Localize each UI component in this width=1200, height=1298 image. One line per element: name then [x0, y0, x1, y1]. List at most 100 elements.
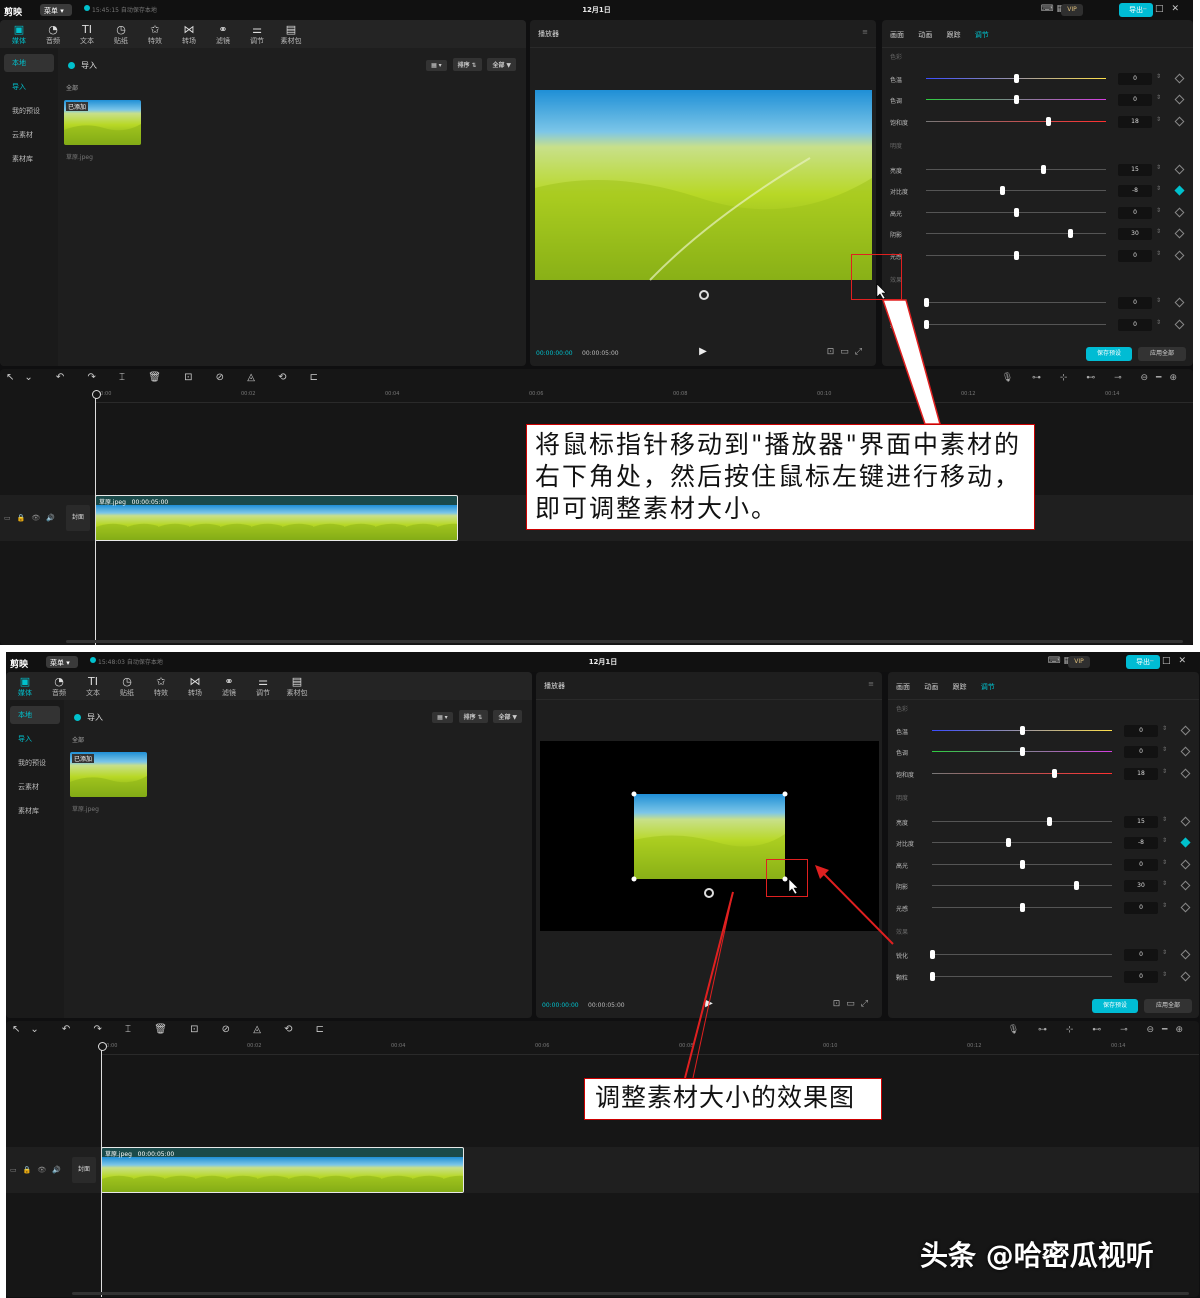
- tab-animation[interactable]: 动画: [924, 683, 938, 691]
- adjust-value-field[interactable]: 30: [1124, 880, 1158, 892]
- slider-knob[interactable]: [1014, 208, 1019, 217]
- stepper-icon[interactable]: ⇕: [1156, 250, 1161, 257]
- slider-knob[interactable]: [1020, 726, 1025, 735]
- keyframe-icon[interactable]: [1180, 971, 1191, 982]
- keyframe-icon[interactable]: [1180, 949, 1191, 960]
- keyframe-icon[interactable]: [1180, 880, 1191, 891]
- adjust-value-field[interactable]: -8: [1118, 185, 1152, 197]
- tool-adjust[interactable]: ⚌ 调节: [248, 675, 278, 698]
- track-controls[interactable]: ▭🔒👁🔊: [4, 514, 61, 522]
- stepper-icon[interactable]: ⇕: [1162, 768, 1167, 775]
- tool-media[interactable]: ▣ 媒体: [10, 675, 40, 698]
- keyframe-icon[interactable]: [1180, 902, 1191, 913]
- timeline-clip[interactable]: 草原.jpeg 00:00:05:00: [95, 495, 458, 541]
- stepper-icon[interactable]: ⇕: [1162, 859, 1167, 866]
- adjust-row[interactable]: 色温 0 ⇕: [890, 73, 1185, 85]
- tool-package[interactable]: ▤ 素材包: [282, 675, 312, 698]
- tool-sticker[interactable]: ◷ 贴纸: [112, 675, 142, 698]
- apply-all-button[interactable]: 应用全部: [1138, 347, 1186, 361]
- play-icon[interactable]: ▶: [530, 346, 876, 357]
- playhead[interactable]: [92, 390, 101, 645]
- tool-filter[interactable]: ⚭ 滤镜: [214, 675, 244, 698]
- player-right-icons[interactable]: ⊡▭⤢: [833, 999, 874, 1009]
- timeline-scrollbar[interactable]: [66, 640, 1183, 643]
- view-toggle[interactable]: ▦ ▾: [426, 60, 447, 71]
- keyframe-icon[interactable]: [1174, 73, 1185, 84]
- keyframe-icon[interactable]: [1174, 207, 1185, 218]
- keyframe-icon[interactable]: [1180, 816, 1191, 827]
- adjust-value-field[interactable]: 0: [1118, 250, 1152, 262]
- sidebar-item-library[interactable]: 素材库: [10, 802, 60, 820]
- sidebar-item-import[interactable]: 导入: [10, 730, 60, 748]
- slider-track[interactable]: [932, 885, 1112, 886]
- sidebar-item-cloud[interactable]: 云素材: [10, 778, 60, 796]
- keyframe-icon[interactable]: [1174, 94, 1185, 105]
- keyframe-icon[interactable]: [1174, 164, 1185, 175]
- slider-knob[interactable]: [1074, 881, 1079, 890]
- sidebar-item-presets[interactable]: 我的预设: [4, 102, 54, 120]
- slider-knob[interactable]: [1014, 251, 1019, 260]
- time-ruler[interactable]: 00:00 00:02 00:04 00:06 00:08 00:10 00:12 00:14: [95, 391, 1193, 403]
- keyframe-icon[interactable]: [1180, 768, 1191, 779]
- stepper-icon[interactable]: ⇕: [1156, 164, 1161, 171]
- slider-knob[interactable]: [1052, 769, 1058, 778]
- adjust-row[interactable]: 光感 0 ⇕: [890, 250, 1185, 262]
- slider-track[interactable]: [926, 302, 1106, 303]
- tool-audio[interactable]: ◔ 音频: [44, 675, 74, 698]
- vip-badge[interactable]: VIP: [1061, 4, 1083, 16]
- adjust-value-field[interactable]: 15: [1124, 816, 1158, 828]
- slider-knob[interactable]: [1041, 165, 1046, 174]
- slider-track[interactable]: [932, 976, 1112, 977]
- adjust-row[interactable]: 阴影 30 ⇕: [896, 880, 1191, 892]
- adjust-row[interactable]: 亮度 15 ⇕: [896, 816, 1191, 828]
- slider-track[interactable]: [926, 121, 1106, 122]
- cover-button[interactable]: 封面: [66, 505, 90, 531]
- tab-tracking[interactable]: 跟踪: [952, 683, 966, 691]
- import-button[interactable]: 导入: [68, 60, 97, 71]
- tool-effects[interactable]: ✩ 特效: [140, 23, 170, 46]
- adjust-row[interactable]: 高光 0 ⇕: [896, 859, 1191, 871]
- sort-button[interactable]: 排序 ⇅: [452, 58, 482, 71]
- stepper-icon[interactable]: ⇕: [1156, 116, 1161, 123]
- slider-track[interactable]: [926, 169, 1106, 170]
- tool-audio[interactable]: ◔ 音频: [38, 23, 68, 46]
- stepper-icon[interactable]: ⇕: [1162, 902, 1167, 909]
- media-thumbnail[interactable]: 已添加: [64, 100, 141, 145]
- adjust-value-field[interactable]: 0: [1124, 725, 1158, 737]
- sidebar-item-local[interactable]: 本地: [10, 706, 60, 724]
- adjust-row[interactable]: 颗粒 0 ⇕: [896, 971, 1191, 983]
- slider-knob[interactable]: [1020, 747, 1025, 756]
- adjust-row[interactable]: 色温 0 ⇕: [896, 725, 1191, 737]
- keyframe-icon[interactable]: [1180, 837, 1191, 848]
- adjust-row[interactable]: 色调 0 ⇕: [896, 746, 1191, 758]
- stepper-icon[interactable]: ⇕: [1162, 880, 1167, 887]
- keyframe-icon[interactable]: [1180, 859, 1191, 870]
- tab-picture[interactable]: 画面: [896, 683, 910, 691]
- stepper-icon[interactable]: ⇕: [1156, 228, 1161, 235]
- slider-knob[interactable]: [1047, 817, 1052, 826]
- tool-transition[interactable]: ⋈ 转场: [174, 23, 204, 46]
- tool-adjust[interactable]: ⚌ 调节: [242, 23, 272, 46]
- adjust-value-field[interactable]: 0: [1124, 971, 1158, 983]
- adjust-value-field[interactable]: 15: [1118, 164, 1152, 176]
- stepper-icon[interactable]: ⇕: [1162, 949, 1167, 956]
- slider-knob[interactable]: [1020, 860, 1025, 869]
- adjust-value-field[interactable]: 0: [1124, 949, 1158, 961]
- filter-button[interactable]: 全部 ▼: [487, 58, 516, 71]
- tool-text[interactable]: TI 文本: [78, 675, 108, 698]
- timeline-toolbar[interactable]: ↖⌄ ↶ ↷ ⌶ 🗑 ⊡ ⊘ ◬ ⟲ ⊏ 🎙 ⊶ ⊹ ⊷ ⊸ ⊖━⊕: [0, 369, 1193, 391]
- adjust-row[interactable]: 饱和度 18 ⇕: [896, 768, 1191, 780]
- adjust-value-field[interactable]: 30: [1118, 228, 1152, 240]
- playhead[interactable]: [98, 1042, 107, 1297]
- stepper-icon[interactable]: ⇕: [1156, 207, 1161, 214]
- tool-effects[interactable]: ✩ 特效: [146, 675, 176, 698]
- adjust-row[interactable]: 颗粒 0 ⇕: [890, 319, 1185, 331]
- stepper-icon[interactable]: ⇕: [1156, 185, 1161, 192]
- adjust-row[interactable]: 色调 0 ⇕: [890, 94, 1185, 106]
- stepper-icon[interactable]: ⇕: [1162, 971, 1167, 978]
- stepper-icon[interactable]: ⇕: [1156, 297, 1161, 304]
- slider-knob[interactable]: [1020, 903, 1025, 912]
- stepper-icon[interactable]: ⇕: [1156, 94, 1161, 101]
- keyframe-icon[interactable]: [1174, 116, 1185, 127]
- adjust-row[interactable]: 对比度 -8 ⇕: [890, 185, 1185, 197]
